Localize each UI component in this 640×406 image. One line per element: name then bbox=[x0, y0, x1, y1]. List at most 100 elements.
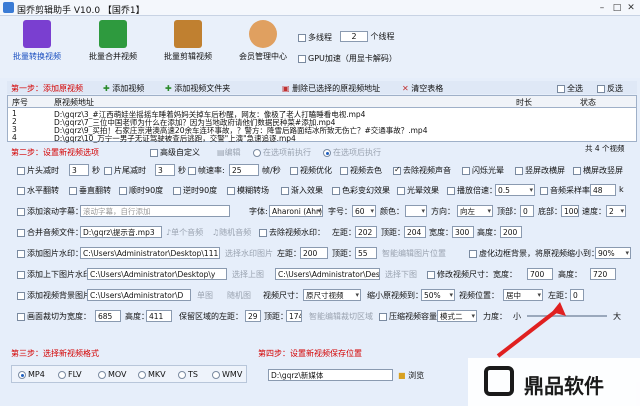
radio[interactable] bbox=[178, 370, 186, 379]
remove-audio-checkbox[interactable]: 去除视频声音 bbox=[393, 165, 451, 176]
sample-input[interactable]: 48 bbox=[590, 184, 616, 196]
checkbox[interactable] bbox=[557, 84, 565, 93]
format-ts-radio[interactable]: TS bbox=[178, 370, 198, 379]
size-select[interactable]: 60 bbox=[352, 205, 376, 217]
video-size-select[interactable]: 原尺寸视频 bbox=[303, 289, 361, 301]
smart-img-button[interactable]: 智能编辑图片位置 bbox=[382, 248, 446, 259]
color-diff-checkbox[interactable]: 色彩变幻效果 bbox=[332, 185, 390, 196]
bg-image-path[interactable]: C:\Users\Administrator\D bbox=[87, 289, 191, 301]
checkbox[interactable] bbox=[447, 186, 455, 195]
checkbox[interactable] bbox=[17, 312, 25, 321]
wm-left-input[interactable]: 202 bbox=[355, 226, 377, 238]
advanced-checkbox[interactable]: 高级自定义 bbox=[150, 147, 200, 158]
checkbox[interactable] bbox=[17, 166, 25, 175]
radio[interactable] bbox=[253, 148, 261, 157]
after-radio[interactable]: 在选项后执行 bbox=[323, 147, 381, 158]
checkbox[interactable] bbox=[17, 186, 25, 195]
checkbox[interactable] bbox=[17, 207, 25, 216]
bottom-image-path[interactable]: C:\Users\Administrator\Desk bbox=[275, 268, 380, 280]
blur-bg-checkbox[interactable]: 虚化边框背景，将原视频缩小到： bbox=[469, 248, 599, 259]
fade-checkbox[interactable]: 渐入效果 bbox=[281, 185, 323, 196]
resize-checkbox[interactable]: 修改视频尺寸： bbox=[427, 269, 493, 280]
single-bg-button[interactable]: 单图 bbox=[197, 290, 213, 301]
checkbox[interactable] bbox=[540, 186, 548, 195]
wm-image-path[interactable]: C:\Users\Administrator\Desktop\111.j bbox=[80, 247, 220, 259]
blur-scale-select[interactable]: 90% bbox=[595, 247, 631, 259]
keep-top-input[interactable]: 174 bbox=[286, 310, 302, 322]
speed-select[interactable]: 0.5 bbox=[495, 184, 535, 196]
browse-button[interactable]: ■ 浏览 bbox=[398, 370, 424, 381]
checkbox[interactable] bbox=[515, 166, 523, 175]
color-select[interactable] bbox=[405, 205, 427, 217]
checkbox[interactable] bbox=[281, 186, 289, 195]
checkbox[interactable] bbox=[332, 186, 340, 195]
fps-checkbox[interactable]: 帧速率: bbox=[188, 165, 225, 176]
smart-crop-button[interactable]: 智能编辑裁切区域 bbox=[309, 311, 373, 322]
checkbox[interactable] bbox=[17, 270, 25, 279]
checkbox[interactable] bbox=[17, 249, 25, 258]
wm-width-input[interactable]: 300 bbox=[452, 226, 474, 238]
blur-transition-checkbox[interactable]: 模糊转场 bbox=[227, 185, 269, 196]
h-to-v-checkbox[interactable]: 横屏改竖屏 bbox=[573, 165, 623, 176]
scroll-speed-select[interactable]: 2 bbox=[606, 205, 626, 217]
thread-count-input[interactable]: 2 bbox=[340, 31, 368, 42]
checkbox[interactable] bbox=[173, 186, 181, 195]
remove-wm-checkbox[interactable]: 去除视频水印： bbox=[259, 227, 325, 238]
checkbox[interactable] bbox=[290, 166, 298, 175]
checkbox[interactable] bbox=[227, 186, 235, 195]
keep-left-input[interactable]: 29 bbox=[245, 310, 261, 322]
scroll-text-input[interactable]: 滚动字幕，自行添加 bbox=[80, 205, 230, 217]
wm-height-input[interactable]: 200 bbox=[500, 226, 522, 238]
radio[interactable] bbox=[58, 370, 66, 379]
checkbox[interactable] bbox=[17, 228, 25, 237]
minimize-button[interactable]: – bbox=[596, 2, 608, 14]
add-video-button[interactable]: ✚ 添加视频 bbox=[103, 83, 144, 94]
checkbox[interactable] bbox=[393, 165, 401, 175]
format-wmv-radio[interactable]: WMV bbox=[212, 370, 242, 379]
v-to-h-checkbox[interactable]: 竖屏改横屏 bbox=[515, 165, 565, 176]
batch-merge-button[interactable]: 批量合并视频 bbox=[88, 20, 138, 62]
checkbox[interactable] bbox=[298, 54, 306, 63]
dir-select[interactable]: 向左 bbox=[457, 205, 493, 217]
format-mp4-radio[interactable]: MP4 bbox=[18, 370, 45, 379]
crop-height-input[interactable]: 411 bbox=[146, 310, 172, 322]
select-all-checkbox[interactable]: 全选 bbox=[557, 83, 583, 94]
checkbox[interactable] bbox=[573, 166, 581, 175]
clear-table-button[interactable]: ✕ 清空表格 bbox=[402, 83, 443, 94]
optimize-checkbox[interactable]: 视频优化 bbox=[290, 165, 332, 176]
compress-checkbox[interactable]: 压缩视频容量 bbox=[379, 311, 437, 322]
save-path-input[interactable]: D:\gqrz\新媒体 bbox=[268, 369, 393, 381]
scale-select[interactable]: 50% bbox=[421, 289, 455, 301]
checkbox[interactable] bbox=[379, 312, 387, 321]
checkbox[interactable] bbox=[427, 270, 435, 279]
rot90-checkbox[interactable]: 顺时90度 bbox=[119, 185, 163, 196]
format-flv-radio[interactable]: FLV bbox=[58, 370, 82, 379]
checkbox[interactable] bbox=[469, 249, 477, 258]
invert-checkbox[interactable]: 反选 bbox=[597, 83, 623, 94]
format-mov-radio[interactable]: MOV bbox=[98, 370, 127, 379]
single-audio-button[interactable]: ♪单个音频 bbox=[166, 227, 203, 238]
merge-audio-checkbox[interactable]: 合并音频文件： bbox=[17, 227, 83, 238]
checkbox[interactable] bbox=[340, 166, 348, 175]
gpu-checkbox[interactable]: GPU加速（用显卡解码） bbox=[298, 53, 397, 64]
img-left-input[interactable]: 200 bbox=[300, 247, 328, 259]
checkbox[interactable] bbox=[462, 166, 470, 175]
before-radio[interactable]: 在选项前执行 bbox=[253, 147, 311, 158]
radio[interactable] bbox=[138, 370, 146, 379]
format-mkv-radio[interactable]: MKV bbox=[138, 370, 166, 379]
wm-top-input[interactable]: 204 bbox=[404, 226, 426, 238]
member-center-button[interactable]: 会员管理中心 bbox=[236, 20, 290, 62]
table-row[interactable]: 4 D:\gqrz\10_万宁一男子无证驾驶被查后逃跑，交警"上演"急速追逐.mp… bbox=[12, 133, 632, 143]
checkbox[interactable] bbox=[298, 33, 306, 42]
edit-button[interactable]: ▤编辑 bbox=[217, 147, 241, 158]
head-cut-checkbox[interactable]: 片头减时 bbox=[17, 165, 59, 176]
light-checkbox[interactable]: 光晕效果 bbox=[397, 185, 439, 196]
audio-path-input[interactable]: D:\gqrz\提示音.mp3 bbox=[80, 226, 162, 238]
top-input[interactable]: 0 bbox=[520, 205, 534, 217]
compress-mode-select[interactable]: 模式二 bbox=[437, 310, 477, 322]
remove-selected-button[interactable]: ▣ 删除已选择的原视频地址 bbox=[282, 83, 380, 94]
head-cut-input[interactable]: 3 bbox=[69, 164, 89, 176]
bottom-input[interactable]: 100 bbox=[561, 205, 579, 217]
batch-convert-button[interactable]: 批量转换视频 bbox=[12, 20, 62, 62]
pick-wm-button[interactable]: 选择水印图片 bbox=[225, 248, 273, 259]
